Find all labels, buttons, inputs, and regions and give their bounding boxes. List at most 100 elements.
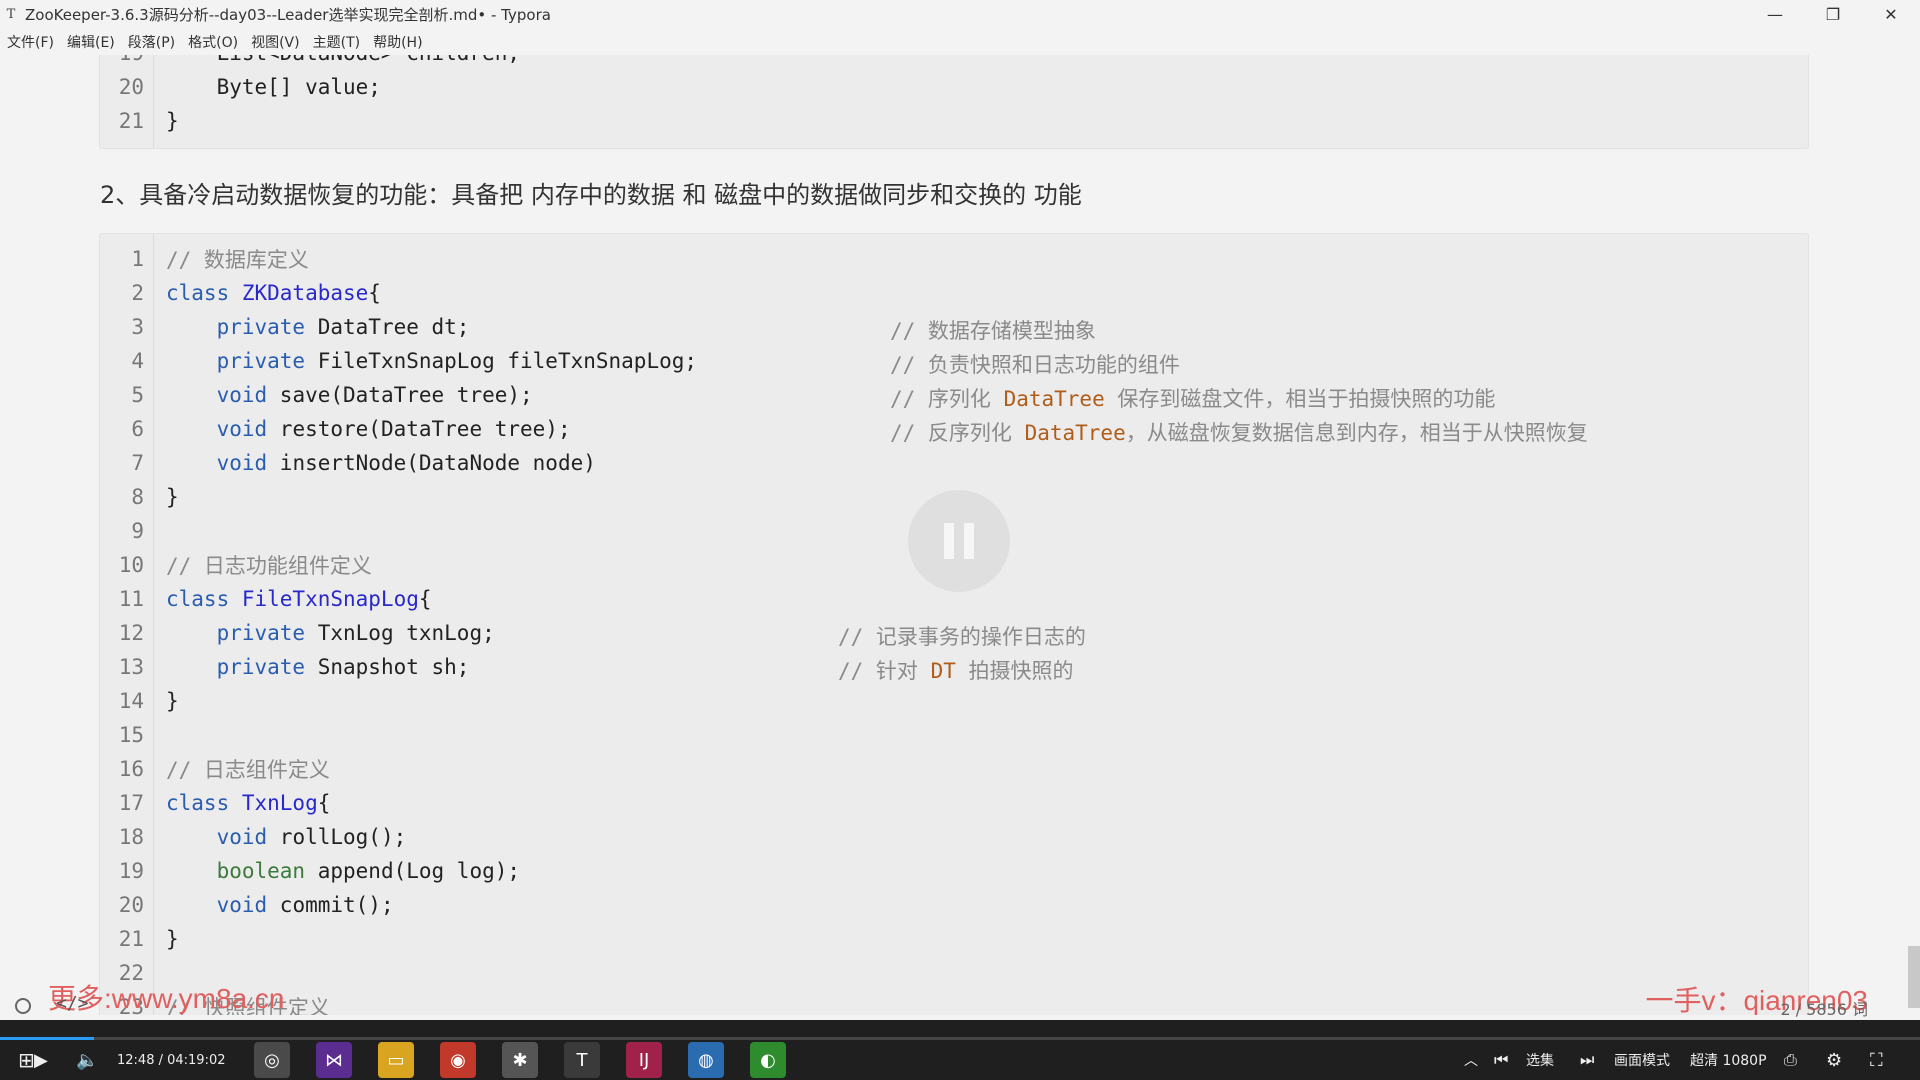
code-line[interactable]: 20 void commit();: [100, 888, 1808, 922]
menu-view[interactable]: 视图(V): [251, 32, 300, 52]
menu-paragraph[interactable]: 段落(P): [128, 32, 175, 52]
status-bar: </> 2 / 5856 词: [0, 990, 1920, 1020]
code-text: private Snapshot sh; // 针对 DT 拍摄快照的: [166, 655, 1074, 683]
next-icon[interactable]: ⏭: [1580, 1040, 1594, 1080]
quality-button[interactable]: 超清 1080P: [1690, 1040, 1767, 1080]
code-line[interactable]: 17 class TxnLog{: [100, 786, 1808, 820]
code-line[interactable]: 21}: [100, 922, 1808, 956]
code-keyword: class: [166, 281, 242, 305]
menu-format[interactable]: 格式(O): [188, 32, 238, 52]
comment-text: // 负责快照和日志功能的组件: [890, 353, 1180, 377]
menu-file[interactable]: 文件(F): [7, 32, 54, 52]
pause-icon: [944, 523, 954, 559]
code-text: private FileTxnSnapLog fileTxnSnapLog; //…: [166, 349, 1180, 377]
video-pause-overlay[interactable]: [908, 490, 1010, 592]
code-text: class FileTxnSnapLog{: [166, 587, 432, 611]
code-line[interactable]: 6 void restore(DataTree tree); // 反序列化 Da…: [100, 412, 1808, 446]
code-text: }: [166, 485, 179, 509]
comment-text: // 针对: [838, 659, 931, 683]
unity-icon[interactable]: ✱: [502, 1042, 538, 1078]
line-number: 14: [118, 689, 144, 713]
comment-text: 拍摄快照的: [955, 659, 1074, 683]
code-line[interactable]: 12 private TxnLog txnLog; // 记录事务的操作日志的: [100, 616, 1808, 650]
previous-icon[interactable]: ⏮: [1494, 1040, 1508, 1080]
comment-text: // 记录事务的操作日志的: [838, 625, 1086, 649]
sidebar-toggle-icon[interactable]: [15, 998, 31, 1014]
source-mode-toggle[interactable]: </>: [56, 993, 89, 1014]
code-keyword: void: [216, 417, 280, 441]
comment-text: // 数据库定义: [166, 248, 309, 272]
settings-gear-icon[interactable]: ⚙: [1826, 1040, 1842, 1080]
line-number: 20: [118, 75, 144, 99]
line-number: 13: [118, 655, 144, 679]
word-count[interactable]: 2 / 5856 词: [1780, 996, 1868, 1020]
line-number: 19: [118, 859, 144, 883]
file-explorer-icon[interactable]: ▭: [378, 1042, 414, 1078]
code-block-1[interactable]: 19 List<DataNode> children;20 Byte[] val…: [99, 55, 1809, 149]
menu-theme[interactable]: 主题(T): [313, 32, 360, 52]
code-text: Byte[] value;: [166, 75, 381, 99]
code-keyword: class: [166, 791, 242, 815]
code-line[interactable]: 19 List<DataNode> children;: [100, 55, 1808, 70]
code-line[interactable]: 19 boolean append(Log log);: [100, 854, 1808, 888]
code-line[interactable]: 13 private Snapshot sh; // 针对 DT 拍摄快照的: [100, 650, 1808, 684]
code-text: DataTree dt;: [317, 315, 470, 339]
screenshot-icon[interactable]: ⎙: [1784, 1040, 1797, 1080]
playback-time: 12:48 / 04:19:02: [117, 1052, 226, 1068]
typora-taskbar-icon[interactable]: T: [564, 1042, 600, 1078]
pause-icon: [964, 523, 974, 559]
play-icon[interactable]: ▶: [34, 1040, 48, 1080]
episodes-button[interactable]: 选集: [1526, 1040, 1554, 1080]
line-number: 7: [131, 451, 144, 475]
tray-chevron-icon[interactable]: ︿: [1464, 1040, 1478, 1080]
picture-mode-button[interactable]: 画面模式: [1614, 1040, 1670, 1080]
minimize-button[interactable]: —: [1746, 0, 1804, 29]
intellij-icon[interactable]: IJ: [626, 1042, 662, 1078]
code-text: }: [166, 689, 179, 713]
code-block-2[interactable]: 1 // 数据库定义 2 class ZKDatabase{3 private Dat…: [99, 233, 1809, 1015]
line-number: 4: [131, 349, 144, 373]
restore-button[interactable]: ❐: [1804, 0, 1862, 29]
code-line[interactable]: 2 class ZKDatabase{: [100, 276, 1808, 310]
code-line[interactable]: 16 // 日志组件定义: [100, 752, 1808, 786]
code-text: }: [166, 927, 179, 951]
code-line[interactable]: 3 private DataTree dt; // 数据存储模型抽象: [100, 310, 1808, 344]
code-line[interactable]: 22: [100, 956, 1808, 990]
chrome-icon[interactable]: ◉: [440, 1042, 476, 1078]
taskbar-app-icon[interactable]: ◎: [254, 1042, 290, 1078]
code-class-name: ZKDatabase: [241, 281, 369, 305]
code-line[interactable]: 20 Byte[] value;: [100, 70, 1808, 104]
windows-start-icon[interactable]: ⊞: [18, 1040, 35, 1080]
code-text: void insertNode(DataNode node): [166, 451, 596, 475]
code-type: boolean: [216, 859, 318, 883]
code-text: commit();: [279, 893, 394, 917]
taskbar-green-app-icon[interactable]: ◐: [750, 1042, 786, 1078]
menu-help[interactable]: 帮助(H): [373, 32, 422, 52]
line-number: 21: [118, 927, 144, 951]
code-line[interactable]: 18 void rollLog();: [100, 820, 1808, 854]
code-line[interactable]: 14}: [100, 684, 1808, 718]
code-text: // 数据库定义: [166, 244, 309, 274]
code-line[interactable]: 21}: [100, 104, 1808, 138]
code-line[interactable]: 7 void insertNode(DataNode node): [100, 446, 1808, 480]
window-controls: — ❐ ✕: [1746, 0, 1920, 29]
visual-studio-icon[interactable]: ⋈: [316, 1042, 352, 1078]
editor-content[interactable]: 19 List<DataNode> children;20 Byte[] val…: [0, 55, 1920, 1015]
line-number: 1: [131, 247, 144, 271]
code-text: rollLog();: [279, 825, 407, 849]
code-text: List<DataNode> children;: [166, 55, 520, 65]
code-keyword: private: [216, 621, 318, 645]
code-line[interactable]: 5 void save(DataTree tree); // 序列化 DataTr…: [100, 378, 1808, 412]
code-line[interactable]: 4 private FileTxnSnapLog fileTxnSnapLog;…: [100, 344, 1808, 378]
code-text: }: [166, 109, 179, 133]
code-line[interactable]: 1 // 数据库定义: [100, 242, 1808, 276]
fullscreen-icon[interactable]: ⛶: [1870, 1040, 1883, 1080]
close-button[interactable]: ✕: [1862, 0, 1920, 29]
code-comment: // 负责快照和日志功能的组件: [890, 349, 1180, 379]
taskbar-blue-app-icon[interactable]: ◍: [688, 1042, 724, 1078]
line-number: 8: [131, 485, 144, 509]
volume-icon[interactable]: 🔈: [76, 1040, 98, 1080]
code-line[interactable]: 15: [100, 718, 1808, 752]
menu-edit[interactable]: 编辑(E): [67, 32, 115, 52]
code-text: void commit();: [166, 893, 394, 917]
